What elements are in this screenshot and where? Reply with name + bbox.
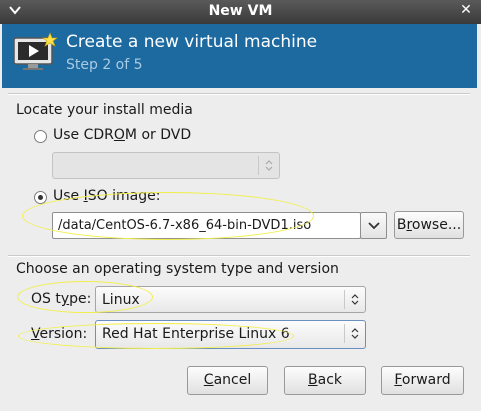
cdrom-device-select[interactable] (52, 152, 280, 179)
updown-chevron-icon (258, 156, 273, 175)
os-type-value: Linux (102, 292, 140, 308)
chevron-down-icon (368, 222, 380, 230)
banner-separator (8, 93, 470, 95)
wizard-banner: Create a new virtual machine Step 2 of 5 (2, 24, 477, 88)
browse-button[interactable]: Browse... (394, 211, 464, 239)
iso-history-dropdown[interactable] (360, 212, 387, 239)
iso-radio-label[interactable]: Use ISO image: (53, 188, 160, 204)
updown-chevron-icon (344, 324, 359, 343)
os-type-label: OS type: (31, 291, 92, 307)
wizard-heading: Create a new virtual machine (66, 32, 318, 52)
back-button[interactable]: Back (284, 366, 366, 395)
forward-button[interactable]: Forward (381, 366, 464, 395)
section-separator (8, 255, 470, 257)
close-icon[interactable]: ✕ (459, 3, 473, 17)
os-type-select[interactable]: Linux (95, 286, 366, 313)
iso-path-value: /data/CentOS-6.7-x86_64-bin-DVD1.iso (58, 218, 312, 233)
window-title: New VM (208, 3, 273, 19)
iso-radio[interactable] (34, 191, 47, 204)
version-label: Version: (31, 326, 88, 342)
cdrom-radio-label[interactable]: Use CDROM or DVD (53, 127, 191, 143)
cancel-button[interactable]: Cancel (187, 366, 268, 395)
iso-path-input[interactable]: /data/CentOS-6.7-x86_64-bin-DVD1.iso (52, 212, 361, 239)
version-select[interactable]: Red Hat Enterprise Linux 6 (95, 320, 366, 349)
cdrom-radio[interactable] (34, 130, 47, 143)
new-vm-icon (13, 32, 58, 70)
updown-chevron-icon (344, 290, 359, 309)
os-heading: Choose an operating system type and vers… (16, 261, 339, 277)
window-titlebar[interactable]: New VM ✕ (0, 0, 481, 24)
install-media-heading: Locate your install media (16, 102, 193, 118)
version-value: Red Hat Enterprise Linux 6 (102, 326, 290, 342)
wizard-step: Step 2 of 5 (66, 57, 143, 73)
